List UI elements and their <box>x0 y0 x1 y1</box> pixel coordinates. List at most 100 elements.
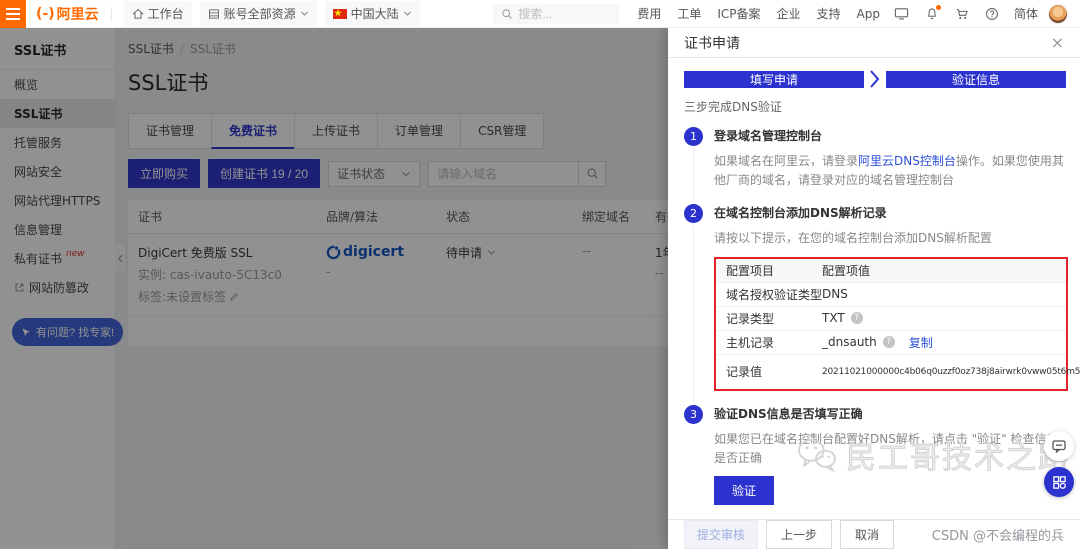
top-icon-group: 简体 <box>894 5 1038 22</box>
help-question-icon[interactable] <box>984 6 1000 22</box>
language-toggle[interactable]: 简体 <box>1014 5 1038 22</box>
sidebar-item-anti-tamper[interactable]: 网站防篡改 <box>0 273 115 302</box>
cancel-button[interactable]: 取消 <box>840 520 894 549</box>
verify-button[interactable]: 验证 <box>714 476 774 505</box>
cert-status-select[interactable]: 证书状态 <box>328 161 420 187</box>
top-bar: (-) 阿里云 工作台 账号全部资源 中国大陆 费用 工单 ICP备案 企业 支… <box>0 0 1080 28</box>
watermark-credit: CSDN @不会编程的兵 <box>932 525 1064 544</box>
create-cert-button[interactable]: 创建证书 19 / 20 <box>208 159 320 188</box>
tab-csr-management[interactable]: CSR管理 <box>460 113 544 149</box>
submit-review-button[interactable]: 提交审核 <box>684 520 758 549</box>
hamburger-menu-icon[interactable] <box>0 0 26 28</box>
drawer-title: 证书申请 <box>684 33 740 53</box>
region-label: 中国大陆 <box>351 5 399 22</box>
domain-search-group <box>428 161 606 187</box>
drawer-body: 填写申请 验证信息 三步完成DNS验证 1 登录域名管理控制台 如果域名在阿里云… <box>668 58 1080 519</box>
dns-col-item: 配置项目 <box>726 262 822 279</box>
edit-pencil-icon[interactable] <box>229 292 239 302</box>
dns-table-header: 配置项目 配置项值 <box>716 259 1066 283</box>
step-2-title: 在域名控制台添加DNS解析记录 <box>714 204 1066 223</box>
previous-step-button[interactable]: 上一步 <box>766 520 832 549</box>
tab-upload-cert[interactable]: 上传证书 <box>294 113 378 149</box>
notification-dot <box>936 5 941 10</box>
console-monitor-icon[interactable] <box>894 6 910 22</box>
sidebar-item-private-cert[interactable]: 私有证书 new <box>0 244 115 273</box>
bound-domain: -- <box>582 244 635 258</box>
chevron-down-icon <box>300 9 309 18</box>
sidebar-item-overview[interactable]: 概览 <box>0 70 115 99</box>
step-1-title: 登录域名管理控制台 <box>714 127 1066 146</box>
chat-bubble-icon <box>1051 438 1067 454</box>
quick-tools-button[interactable] <box>1044 467 1074 497</box>
status-value: 待申请 <box>446 244 482 261</box>
region-dropdown[interactable]: 中国大陆 <box>325 1 420 26</box>
dns-row-host-record: 主机记录 _dnsauth 复制 <box>716 331 1066 355</box>
brand-cell: digicert - <box>316 234 436 315</box>
aliyun-dns-console-link[interactable]: 阿里云DNS控制台 <box>858 154 956 168</box>
domain-search-input[interactable] <box>428 161 578 187</box>
sidebar-item-ssl-cert[interactable]: SSL证书 <box>0 99 115 128</box>
step-3-title: 验证DNS信息是否填写正确 <box>714 405 1066 424</box>
sidebar-item-proxy-https[interactable]: 网站代理HTTPS <box>0 186 115 215</box>
progress-chevron-icon <box>864 70 886 88</box>
progress-step-fill-application: 填写申请 <box>684 71 864 88</box>
chevron-down-icon <box>487 248 496 257</box>
sidebar-item-site-security[interactable]: 网站安全 <box>0 157 115 186</box>
new-badge: new <box>66 249 85 259</box>
buy-now-button[interactable]: 立即购买 <box>128 159 200 188</box>
step-3-verify-dns: 3 验证DNS信息是否填写正确 如果您已在域名控制台配置好DNS解析，请点击 "… <box>684 405 1066 505</box>
nav-link-billing[interactable]: 费用 <box>637 5 661 22</box>
cart-icon[interactable] <box>954 6 970 22</box>
sidebar-item-info-mgmt[interactable]: 信息管理 <box>0 215 115 244</box>
tab-free-cert[interactable]: 免费证书 <box>211 113 295 149</box>
account-resources-dropdown[interactable]: 账号全部资源 <box>200 1 317 26</box>
status-dropdown[interactable]: 待申请 <box>446 244 562 261</box>
side-nav: SSL证书 概览 SSL证书 托管服务 网站安全 网站代理HTTPS 信息管理 … <box>0 28 116 549</box>
step-1-login-dns-console: 1 登录域名管理控制台 如果域名在阿里云，请登录阿里云DNS控制台操作。如果您使… <box>684 127 1066 190</box>
cert-name: DigiCert 免费版 SSL <box>138 244 306 261</box>
feedback-chat-button[interactable] <box>1044 431 1074 461</box>
domain-search-button[interactable] <box>578 161 606 187</box>
nav-link-icp[interactable]: ICP备案 <box>717 5 760 22</box>
col-status: 状态 <box>436 200 572 233</box>
ask-expert-button[interactable]: 有问题? 找专家! <box>12 318 123 346</box>
drawer-header: 证书申请 × <box>668 28 1080 58</box>
copy-host-record-link[interactable]: 复制 <box>909 334 933 351</box>
dns-auth-type-value: DNS <box>822 287 848 301</box>
dns-record-value: 20211021000000c4b06q0uzzf0oz738j8airwrk0… <box>822 367 1080 377</box>
grid-icon <box>1052 475 1067 490</box>
digicert-logo: digicert <box>326 244 426 260</box>
dns-row-auth-type: 域名授权验证类型 DNS <box>716 283 1066 307</box>
close-icon[interactable]: × <box>1051 35 1064 51</box>
brand-algorithm: - <box>326 265 426 279</box>
user-avatar[interactable] <box>1048 4 1068 24</box>
drawer-footer: 提交审核 上一步 取消 CSDN @不会编程的兵 <box>668 519 1080 549</box>
nav-link-enterprise[interactable]: 企业 <box>777 5 801 22</box>
workbench-button[interactable]: 工作台 <box>124 1 192 26</box>
tab-cert-management[interactable]: 证书管理 <box>128 113 212 149</box>
sidebar-collapse-handle[interactable] <box>115 242 127 274</box>
sidebar-item-hosting[interactable]: 托管服务 <box>0 128 115 157</box>
global-search[interactable] <box>493 4 619 24</box>
step-3-description: 如果您已在域名控制台配置好DNS解析，请点击 "验证" 检查信息是否正确 <box>714 430 1066 468</box>
breadcrumb-root[interactable]: SSL证书 <box>128 42 174 56</box>
step-1-number: 1 <box>684 127 703 146</box>
notifications-bell-icon[interactable] <box>924 6 940 22</box>
help-icon[interactable] <box>851 312 863 324</box>
cert-tag[interactable]: 标签:未设置标签 <box>138 288 306 305</box>
external-link-icon <box>14 282 25 293</box>
workbench-label: 工作台 <box>148 5 184 22</box>
nav-link-support[interactable]: 支持 <box>817 5 841 22</box>
step-2-number: 2 <box>684 204 703 223</box>
chevron-down-icon <box>401 169 411 179</box>
tab-order-management[interactable]: 订单管理 <box>377 113 461 149</box>
aliyun-logo[interactable]: (-) 阿里云 <box>36 4 99 24</box>
nav-link-app[interactable]: App <box>857 7 880 21</box>
step-2-add-dns-record: 2 在域名控制台添加DNS解析记录 请按以下提示，在您的域名控制台添加DNS解析… <box>684 204 1066 390</box>
china-flag-icon <box>333 9 347 19</box>
global-search-input[interactable] <box>518 7 608 21</box>
help-icon[interactable] <box>883 336 895 348</box>
home-icon <box>132 8 144 20</box>
cursor-icon <box>21 327 32 338</box>
nav-link-tickets[interactable]: 工单 <box>677 5 701 22</box>
